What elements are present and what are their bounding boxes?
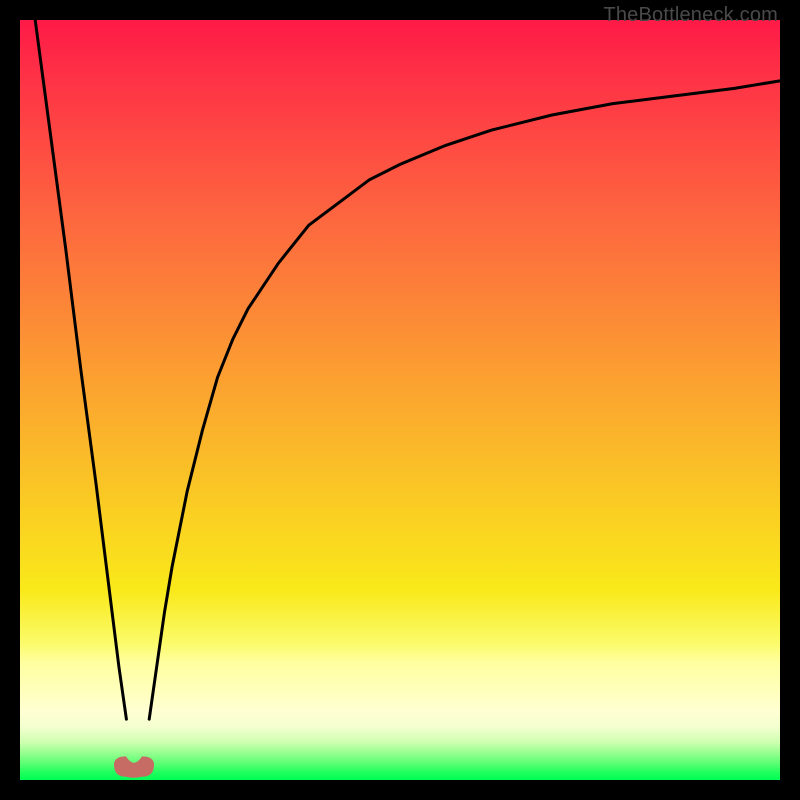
- chart-svg: [20, 20, 780, 780]
- curve-left-branch: [35, 20, 126, 719]
- minimum-marker-bean: [114, 756, 154, 777]
- curve-right-branch: [149, 81, 780, 719]
